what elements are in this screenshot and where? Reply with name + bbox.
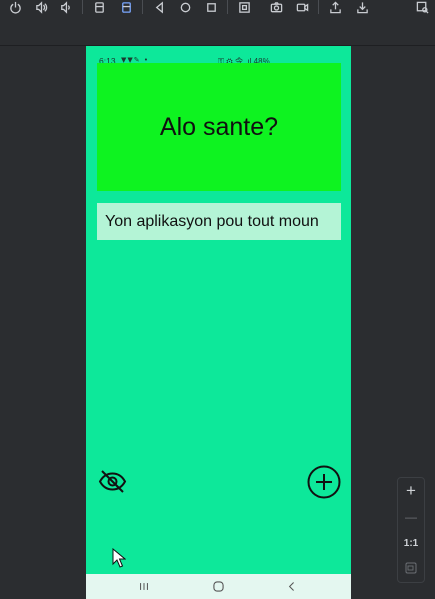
plus-circle-icon[interactable] (307, 465, 341, 499)
subtitle-text: Yon aplikasyon pou tout moun (105, 212, 319, 230)
download-icon[interactable] (354, 0, 370, 14)
mouse-cursor-icon (112, 547, 127, 568)
volume-up-icon[interactable] (33, 0, 49, 14)
device-screen: 6:13 ▼▼✎ • ⚿ ⚙ 令 .ıl 48% Alo sante? Yon … (86, 46, 351, 599)
recents-icon[interactable] (134, 578, 154, 594)
actual-size-button[interactable]: 1:1 (398, 534, 424, 552)
screenshot-icon[interactable] (268, 0, 284, 14)
overview-icon[interactable] (203, 0, 219, 14)
back-icon[interactable] (151, 0, 167, 14)
zoom-in-button[interactable]: + (398, 480, 424, 502)
back-button-icon[interactable] (282, 578, 302, 594)
hero-title: Alo sante? (159, 112, 279, 141)
emulator-toolbar (0, 0, 435, 46)
home-icon[interactable] (177, 0, 193, 14)
volume-down-icon[interactable] (57, 0, 73, 14)
navigation-bar (86, 574, 351, 599)
layout-inspector-icon[interactable] (414, 0, 430, 14)
rotate-right-icon[interactable] (118, 0, 134, 14)
subtitle-box: Yon aplikasyon pou tout moun (97, 203, 341, 240)
hero-banner: Alo sante? (97, 63, 341, 191)
zoom-panel: + — 1:1 (397, 477, 425, 583)
screen-record-icon[interactable] (294, 0, 310, 14)
home-button-icon[interactable] (208, 578, 228, 594)
share-icon[interactable] (327, 0, 343, 14)
power-icon[interactable] (7, 0, 23, 14)
rotate-left-icon[interactable] (91, 0, 107, 14)
eye-off-icon[interactable] (98, 469, 127, 494)
fold-icon[interactable] (236, 0, 252, 14)
fit-screen-icon[interactable] (398, 558, 424, 578)
zoom-out-button[interactable]: — (398, 506, 424, 528)
